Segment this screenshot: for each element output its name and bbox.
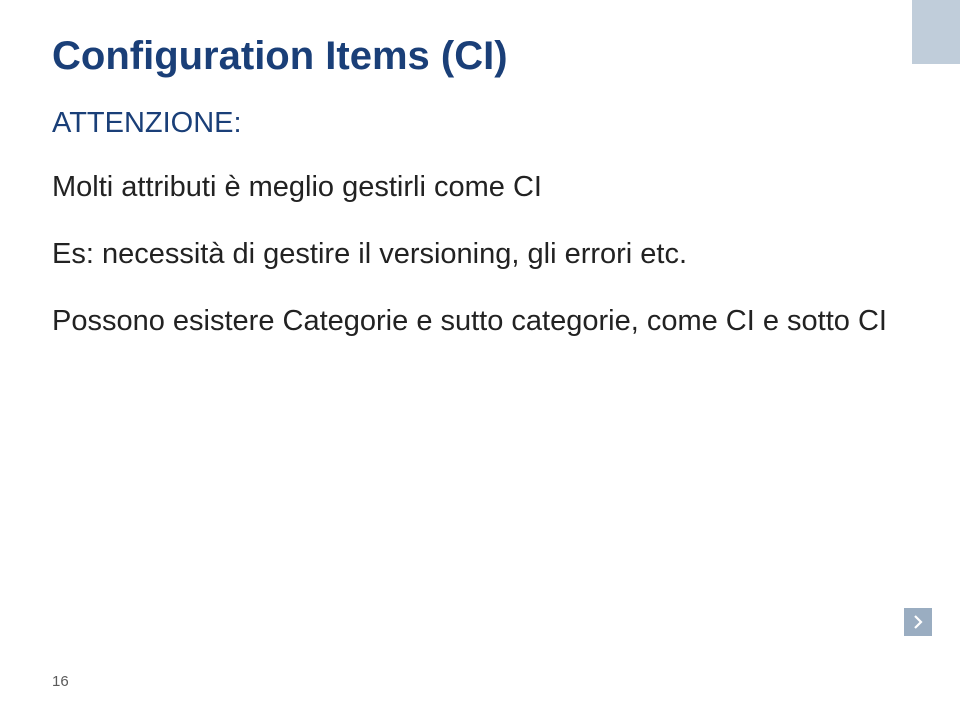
slide-title: Configuration Items (CI): [52, 34, 900, 79]
next-button[interactable]: [904, 608, 932, 636]
corner-decoration: [912, 0, 960, 64]
content-area: Configuration Items (CI) ATTENZIONE: Mol…: [52, 34, 900, 369]
slide: Configuration Items (CI) ATTENZIONE: Mol…: [0, 0, 960, 720]
body-line-1: Molti attributi è meglio gestirli come C…: [52, 168, 900, 207]
chevron-right-icon: [912, 615, 924, 629]
page-number: 16: [52, 673, 69, 690]
slide-subtitle: ATTENZIONE:: [52, 107, 900, 140]
body-line-3: Possono esistere Categorie e sutto categ…: [52, 302, 900, 341]
body-line-2: Es: necessità di gestire il versioning, …: [52, 235, 900, 274]
